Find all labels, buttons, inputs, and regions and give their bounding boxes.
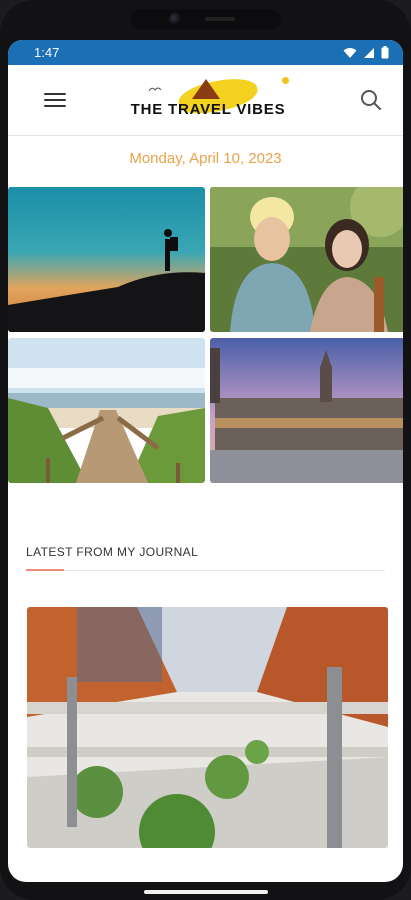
gallery-photo-beach-boardwalk[interactable] [8, 338, 205, 483]
battery-icon [381, 46, 389, 59]
status-time: 1:47 [34, 45, 60, 60]
gallery-photo-travel-couple[interactable] [210, 187, 403, 332]
sun-icon [282, 77, 289, 84]
wifi-icon [343, 47, 357, 58]
app-header: THE TRAVEL VIBES [8, 65, 403, 136]
journal-post-image[interactable] [27, 607, 388, 848]
section-divider [26, 569, 385, 571]
gallery-photo-hiker-silhouette[interactable] [8, 187, 205, 332]
home-indicator[interactable] [143, 890, 268, 894]
camera-lens [168, 13, 181, 25]
search-icon[interactable] [359, 88, 383, 112]
photo-gallery [8, 187, 403, 483]
menu-button[interactable] [44, 89, 66, 111]
current-date: Monday, April 10, 2023 [129, 150, 282, 167]
section-divider-accent [26, 569, 64, 571]
signal-icon [364, 47, 374, 58]
tent-icon [192, 79, 220, 99]
gallery-photo-city-palace[interactable] [210, 338, 403, 483]
journal-heading: LATEST FROM MY JOURNAL [26, 545, 199, 559]
menu-icon-line [44, 99, 66, 101]
site-logo[interactable]: THE TRAVEL VIBES [120, 74, 296, 125]
bird-icon [148, 87, 162, 92]
menu-icon-line [44, 105, 66, 107]
app-screen: 1:47 THE TRAVEL VIBES Monday, April 10, … [8, 40, 403, 882]
logo-wordmark: THE TRAVEL VIBES [130, 101, 286, 118]
status-bar: 1:47 [8, 40, 403, 65]
phone-device: 1:47 THE TRAVEL VIBES Monday, April 10, … [0, 0, 411, 900]
status-icons [343, 46, 389, 59]
front-camera [130, 9, 281, 29]
earpiece-speaker [204, 17, 235, 21]
menu-icon-line [44, 93, 66, 95]
